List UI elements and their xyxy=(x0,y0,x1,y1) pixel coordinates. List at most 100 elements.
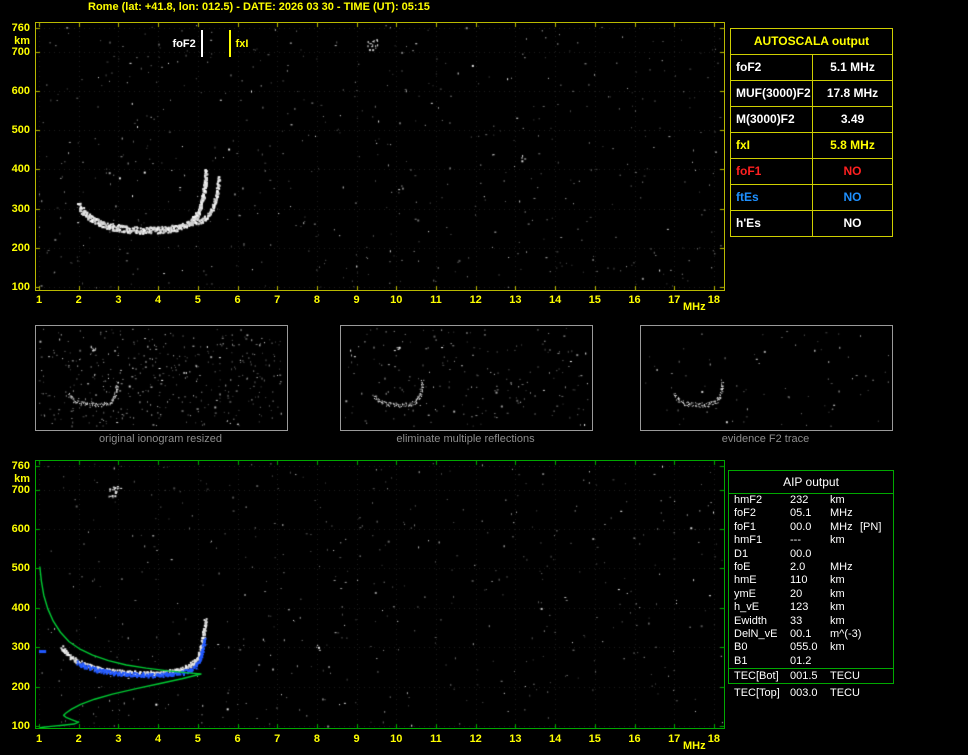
x-tick-label: 2 xyxy=(75,733,82,745)
autoscala-row: fxI 5.8 MHz xyxy=(731,132,892,158)
x-tick-label: 12 xyxy=(469,733,482,745)
aip-table-body: hmF2 232 km foF2 05.1 MHz foF1 00.0 MHz [PN] hmF1 -… xyxy=(729,494,893,683)
x-axis-unit-label: MHz xyxy=(683,301,706,313)
aip-unit: km xyxy=(830,614,845,627)
aip-row: D1 00.0 xyxy=(729,548,893,561)
aip-row: hmF1 --- km xyxy=(729,534,893,547)
x-tick-label: 16 xyxy=(628,733,641,745)
aip-row: hmE 110 km xyxy=(729,574,893,587)
aip-unit: km xyxy=(830,574,845,587)
x-tick-label: 17 xyxy=(668,294,681,306)
aip-param: ymE xyxy=(734,587,756,600)
aip-value: 01.2 xyxy=(790,654,812,667)
aip-unit: TECU xyxy=(830,670,860,683)
aip-param: hmF2 xyxy=(734,494,763,506)
fof2-marker-line xyxy=(200,30,203,57)
x-tick-label: 15 xyxy=(588,294,601,306)
x-tick-label: 16 xyxy=(628,294,641,306)
y-tick-label: 700 xyxy=(11,483,30,496)
autoscala-param: foF2 xyxy=(731,55,813,80)
x-tick-label: 7 xyxy=(274,733,281,745)
x-tick-label: 9 xyxy=(353,733,360,745)
x-tick-label: 11 xyxy=(430,733,442,745)
y-tick-label: 100 xyxy=(11,281,30,293)
x-tick-label: 1 xyxy=(35,294,43,306)
aip-value: 2.0 xyxy=(790,560,806,573)
aip-param: foE xyxy=(734,560,751,573)
aip-param: DelN_vE xyxy=(734,627,778,640)
aip-row: ymE 20 km xyxy=(729,588,893,601)
x-tick-label: 11 xyxy=(430,294,442,306)
aip-unit: km xyxy=(830,534,845,547)
thumbnail-cleaned-ionogram xyxy=(340,325,593,431)
x-tick-label: 14 xyxy=(548,733,562,745)
autoscala-value: 5.1 MHz xyxy=(830,60,875,74)
fof2-marker-label: foF2 xyxy=(172,38,196,50)
aip-param: B0 xyxy=(734,641,748,654)
autoscala-output-table: AUTOSCALA output foF2 5.1 MHz MUF(3000)F2 1… xyxy=(730,28,893,237)
ionogram-plot-top: foF2 fxI xyxy=(35,22,725,291)
thumbnail-original-canvas xyxy=(36,326,285,428)
aip-unit: km xyxy=(830,641,845,654)
y-tick-label: 100 xyxy=(11,720,30,732)
aip-param: foF2 xyxy=(734,507,757,520)
thumbnail-cleaned-canvas xyxy=(341,326,590,428)
y-tick-label: 760 xyxy=(11,460,30,473)
x-tick-label: 8 xyxy=(313,733,320,745)
aip-value: 232 xyxy=(790,494,809,506)
aip-value: 055.0 xyxy=(790,641,818,654)
aip-row: TEC[Top] 003.0 TECU xyxy=(729,687,894,700)
x-tick-label: 10 xyxy=(390,294,403,306)
x-tick-label: 3 xyxy=(115,294,122,306)
thumbnail-caption-f2: evidence F2 trace xyxy=(721,433,810,445)
autoscala-row: foF1 NO xyxy=(731,158,892,184)
x-tick-label: 13 xyxy=(509,733,522,745)
aip-param: TEC[Bot] xyxy=(734,670,779,683)
aip-output-table: AIP output hmF2 232 km foF2 05.1 MHz foF1 00.0 M… xyxy=(728,470,894,685)
autoscala-value: 3.49 xyxy=(840,112,865,126)
autoscala-param: MUF(3000)F2 xyxy=(731,81,813,106)
y-tick-label: 300 xyxy=(11,202,30,215)
aip-param: TEC[Top] xyxy=(734,687,780,699)
page-title: Rome (lat: +41.8, lon: 012.5) - DATE: 20… xyxy=(88,1,430,13)
autoscala-param: M(3000)F2 xyxy=(731,107,813,132)
aip-row: foF2 05.1 MHz xyxy=(729,507,893,520)
aip-row: foF1 00.0 MHz [PN] xyxy=(729,521,893,534)
autoscala-param: foF1 xyxy=(731,159,813,184)
x-axis-unit-label: MHz xyxy=(683,740,706,752)
y-tick-label: 200 xyxy=(11,680,30,693)
aip-unit: TECU xyxy=(830,687,860,699)
y-tick-label: 500 xyxy=(11,124,30,137)
aip-param: h_vE xyxy=(734,601,760,614)
autoscala-value: NO xyxy=(843,216,862,230)
autoscala-value: NO xyxy=(843,164,862,178)
aip-row: foE 2.0 MHz xyxy=(729,561,893,574)
aip-unit: MHz xyxy=(830,520,853,533)
aip-note: [PN] xyxy=(860,520,882,533)
aip-row: hmF2 232 km xyxy=(729,494,893,507)
autoscala-table-body: foF2 5.1 MHz MUF(3000)F2 17.8 MHz M(3000)F2 3… xyxy=(731,54,892,236)
aip-value: 00.0 xyxy=(790,547,812,560)
aip-row: h_vE 123 km xyxy=(729,601,893,614)
aip-unit: km xyxy=(830,494,845,506)
fxi-marker-label: fxI xyxy=(235,38,249,50)
autoscala-value: 17.8 MHz xyxy=(826,86,879,100)
aip-unit xyxy=(830,655,858,668)
x-tick-label: 6 xyxy=(234,294,241,306)
autoscala-row: M(3000)F2 3.49 xyxy=(731,106,892,132)
aip-unit xyxy=(830,548,858,561)
autoscala-param: fxI xyxy=(731,133,813,158)
y-tick-label: 600 xyxy=(11,85,30,98)
y-tick-label: 600 xyxy=(11,523,30,536)
aip-value: 110 xyxy=(790,574,808,587)
aip-unit: km xyxy=(830,587,845,600)
aip-value: 123 xyxy=(790,601,809,614)
autoscala-value: NO xyxy=(843,190,862,204)
autoscala-window: { "title": "Rome (lat: +41.8, lon: 012.5… xyxy=(0,0,968,755)
x-tick-label: 3 xyxy=(115,733,122,745)
aip-unit: MHz xyxy=(830,560,853,573)
thumbnail-caption-cleaned: eliminate multiple reflections xyxy=(396,433,535,445)
aip-row: Ewidth 33 km xyxy=(729,615,893,628)
x-tick-label: 10 xyxy=(390,733,403,745)
x-tick-label: 18 xyxy=(707,733,721,745)
